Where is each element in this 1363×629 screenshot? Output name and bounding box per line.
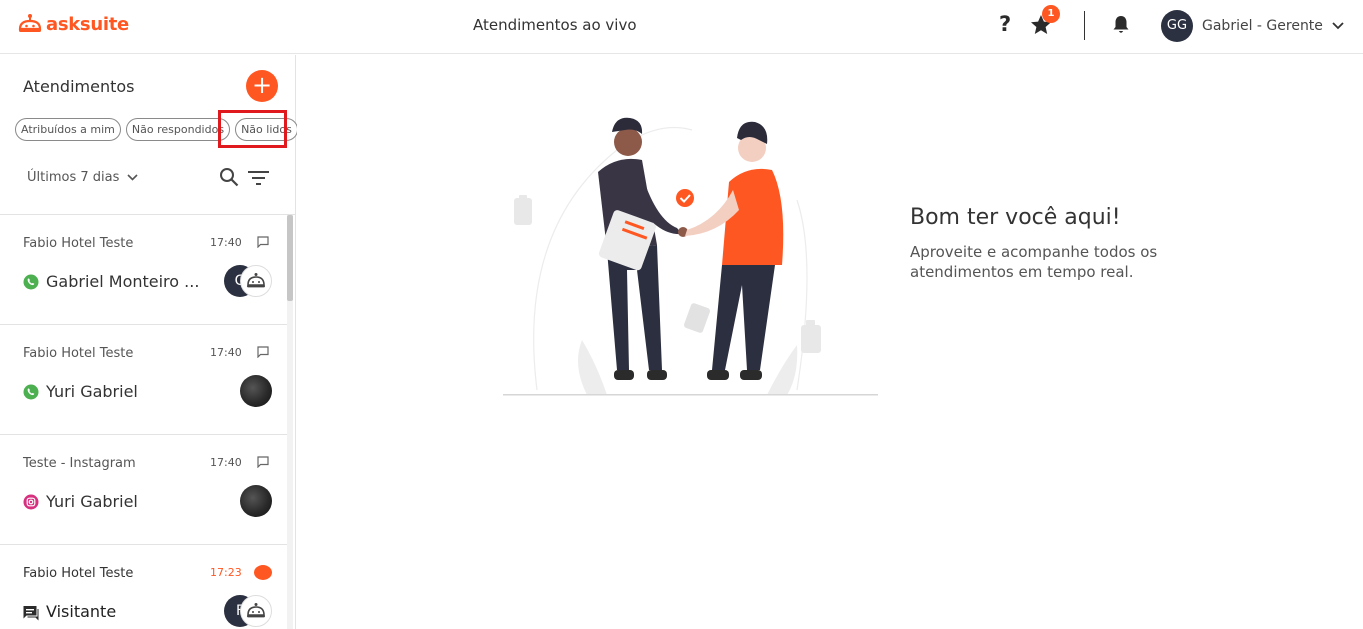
welcome-title: Bom ter você aqui! [910,205,1121,230]
add-conversation-button[interactable]: + [246,70,278,102]
main-panel: Bom ter você aqui! Aproveite e acompanhe… [297,55,1363,629]
user-name: Gabriel - Gerente [1202,18,1323,34]
conversation-contact-name: Yuri Gabriel [46,382,138,401]
message-icon [257,236,269,248]
notification-badge: 1 [1042,5,1060,23]
conversations-sidebar: Atendimentos + Atribuídos a mim Não resp… [0,55,298,629]
header-divider [1084,11,1085,40]
conversation-time: 17:40 [210,236,242,249]
conversation-time: 17:23 [210,566,242,579]
help-icon[interactable]: ? [999,12,1011,36]
conversation-contact-name: Yuri Gabriel [46,492,138,511]
handshake-illustration [503,117,878,396]
conversation-item[interactable]: Teste - Instagram 17:40 Yuri Gabriel [0,435,287,545]
highlight-box [218,110,287,148]
conversation-hotel: Fabio Hotel Teste [23,346,134,361]
bot-icon [247,603,265,618]
contact-avatar [240,375,272,407]
conversation-contact-name: Gabriel Monteiro ... [46,272,200,291]
asksuite-logo[interactable]: asksuite [18,13,129,35]
contact-avatar [240,485,272,517]
welcome-text: Aproveite e acompanhe todos os atendimen… [910,243,1158,281]
bot-logo-icon [18,14,42,32]
conversation-hotel: Fabio Hotel Teste [23,566,134,581]
bot-avatar [240,265,272,297]
logo-text: asksuite [46,13,129,35]
conversation-item[interactable]: Fabio Hotel Teste 17:40 Gabriel Monteiro… [0,215,287,325]
period-dropdown[interactable]: Últimos 7 dias [27,170,138,185]
bot-avatar [240,595,272,627]
conversation-contact-name: Visitante [46,602,117,621]
message-icon [257,346,269,358]
search-icon[interactable] [219,167,239,187]
unread-indicator [254,565,272,580]
bell-icon[interactable] [1112,15,1130,35]
bot-icon [247,273,265,288]
whatsapp-icon [23,384,39,400]
conversation-item[interactable]: Fabio Hotel Teste 17:40 Yuri Gabriel [0,325,287,435]
period-label: Últimos 7 dias [27,170,120,185]
page-title: Atendimentos ao vivo [473,16,637,34]
filter-icon[interactable] [248,170,269,186]
conversation-hotel: Teste - Instagram [23,456,136,471]
filter-not-answered[interactable]: Não respondidos [125,118,231,141]
chat-icon [23,606,39,621]
whatsapp-icon [23,274,39,290]
chevron-down-icon [127,174,138,181]
conversation-time: 17:40 [210,346,242,359]
user-menu[interactable]: GG Gabriel - Gerente [1161,10,1344,42]
chevron-down-icon [1332,22,1344,30]
top-bar: asksuite Atendimentos ao vivo ? 1 GG Gab… [0,0,1363,54]
filter-assigned-to-me[interactable]: Atribuídos a mim [15,118,121,141]
message-icon [257,456,269,468]
sidebar-title: Atendimentos [23,77,135,96]
conversation-time: 17:40 [210,456,242,469]
conversation-hotel: Fabio Hotel Teste [23,236,134,251]
conversation-item[interactable]: Fabio Hotel Teste 17:23 Visitante F [0,545,287,629]
instagram-icon [23,494,39,510]
scrollbar-thumb[interactable] [287,215,293,301]
user-avatar: GG [1161,10,1193,42]
